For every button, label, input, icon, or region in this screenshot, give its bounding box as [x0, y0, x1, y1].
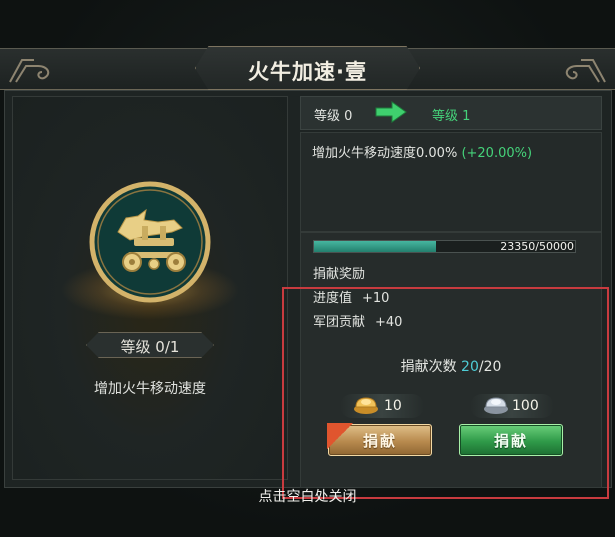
fire-ox-cart-icon [89, 181, 211, 303]
effect-text: 增加火牛移动速度0.00% (+20.00%) [312, 142, 532, 161]
level-badge-text: 等级 0/1 [120, 338, 180, 356]
donate-count-current: 20 [461, 359, 479, 375]
corner-ribbon [327, 423, 353, 449]
reward-title: 捐献奖励 [313, 267, 366, 282]
donate-silver-button[interactable]: 捐献 [459, 424, 563, 456]
progress-text: 23350/50000 [500, 240, 574, 253]
close-hint[interactable]: 点击空白处关闭 [0, 486, 615, 506]
effect-label: 增加火牛移动速度0.00% [312, 146, 462, 161]
gold-ingot-icon [354, 397, 378, 414]
next-level: 等级 1 [432, 109, 471, 124]
silver-cost: 100 [512, 398, 539, 414]
effect-bonus: (+20.00%) [461, 146, 533, 161]
reward-value: +10 [362, 291, 390, 306]
reward-item: 军团贡献 +40 [313, 311, 402, 330]
reward-label: 军团贡献 [313, 315, 366, 330]
donate-count: 捐献次数 20/20 [300, 356, 602, 376]
silver-ingot-icon [484, 397, 508, 414]
reward-label: 进度值 [313, 291, 353, 306]
gold-cost: 10 [384, 398, 402, 414]
reward-value: +40 [375, 315, 403, 330]
skill-description: 增加火牛移动速度 [94, 381, 206, 397]
window-title: 火牛加速·壹 [248, 60, 367, 84]
current-level: 等级 0 [314, 109, 353, 124]
corner-ornament-left [9, 59, 50, 83]
donate-count-label: 捐献次数 [400, 359, 462, 375]
corner-ornament-right [565, 59, 606, 83]
arrow-right-icon [375, 101, 407, 123]
donate-count-max: /20 [478, 359, 502, 375]
reward-item: 进度值 +10 [313, 287, 389, 306]
